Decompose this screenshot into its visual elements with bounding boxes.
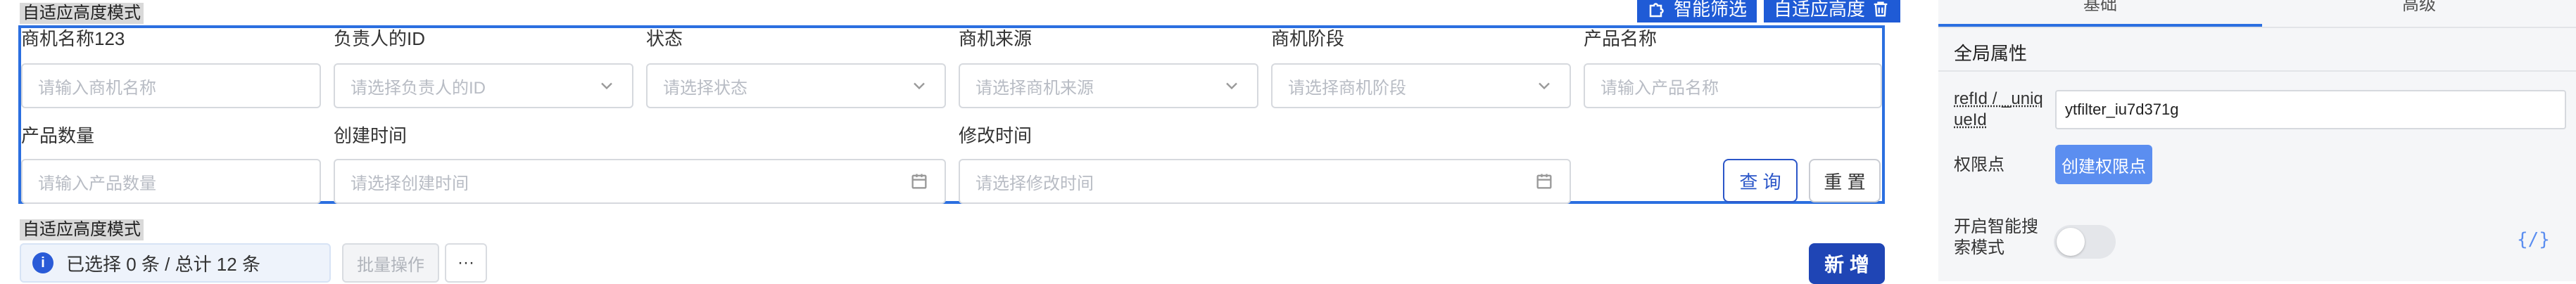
status-select[interactable]: 请选择状态 — [646, 63, 946, 108]
product-name-input[interactable]: 请输入产品名称 — [1584, 63, 1882, 108]
chevron-down-icon — [1534, 76, 1554, 96]
section-divider — [1938, 70, 2576, 72]
field-label-stage: 商机阶段 — [1271, 27, 1344, 51]
tab-advanced[interactable]: 高级 — [2262, 0, 2576, 15]
field-label-created-time: 创建时间 — [334, 124, 407, 148]
smart-filter-label: 智能筛选 — [1674, 0, 1747, 22]
chevron-down-icon — [597, 76, 617, 96]
add-button[interactable]: 新 增 — [1809, 243, 1885, 284]
smart-filter-button[interactable]: 智能筛选 — [1637, 0, 1757, 22]
smart-search-toggle[interactable] — [2054, 225, 2116, 259]
permission-label: 权限点 — [1954, 155, 2004, 176]
calendar-icon — [909, 172, 929, 191]
puzzle-icon — [1647, 0, 1668, 20]
info-icon: i — [32, 252, 53, 273]
ref-id-label: refId / _uniqueId — [1954, 89, 2052, 131]
batch-operation-button[interactable]: 批量操作 — [342, 243, 439, 283]
query-button[interactable]: 查 询 — [1723, 159, 1798, 202]
source-placeholder: 请选择商机来源 — [976, 74, 1094, 98]
trash-icon[interactable] — [1871, 0, 1890, 19]
status-placeholder: 请选择状态 — [663, 74, 747, 98]
owner-id-placeholder: 请选择负责人的ID — [351, 74, 486, 98]
chevron-down-icon — [909, 76, 929, 96]
ref-id-value: ytfilter_iu7d371g — [2065, 101, 2178, 119]
product-quantity-placeholder: 请输入产品数量 — [38, 169, 156, 194]
field-label-product-quantity: 产品数量 — [21, 124, 94, 148]
modified-time-picker[interactable]: 请选择修改时间 — [959, 159, 1571, 204]
selection-count-text: 已选择 0 条 / 总计 12 条 — [66, 250, 260, 276]
ref-id-input[interactable]: ytfilter_iu7d371g — [2055, 90, 2566, 129]
opportunity-name-input[interactable]: 请输入商机名称 — [21, 63, 321, 108]
source-select[interactable]: 请选择商机来源 — [959, 63, 1258, 108]
created-time-placeholder: 请选择创建时间 — [351, 169, 469, 194]
section-title-global: 全局属性 — [1954, 39, 2027, 65]
field-label-product-name: 产品名称 — [1584, 27, 1657, 51]
field-label-modified-time: 修改时间 — [959, 124, 1032, 148]
modified-time-placeholder: 请选择修改时间 — [976, 169, 1094, 194]
selection-info-bar: i 已选择 0 条 / 总计 12 条 — [20, 243, 331, 283]
stage-placeholder: 请选择商机阶段 — [1288, 74, 1406, 98]
create-permission-button[interactable]: 创建权限点 — [2055, 145, 2152, 184]
opportunity-name-placeholder: 请输入商机名称 — [38, 74, 156, 98]
stage-select[interactable]: 请选择商机阶段 — [1271, 63, 1571, 108]
adaptive-height-label: 自适应高度 — [1774, 0, 1865, 22]
tab-divider — [1938, 27, 2576, 28]
field-label-opportunity-name: 商机名称123 — [21, 27, 125, 51]
code-icon[interactable]: {/} — [2517, 229, 2550, 250]
smart-search-label: 开启智能搜索模式 — [1954, 217, 2045, 259]
product-name-placeholder: 请输入产品名称 — [1600, 74, 1719, 98]
field-label-owner-id: 负责人的ID — [334, 27, 425, 51]
adaptive-mode-tag: 自适应高度模式 — [20, 3, 144, 24]
created-time-picker[interactable]: 请选择创建时间 — [334, 159, 946, 204]
reset-button[interactable]: 重 置 — [1809, 159, 1881, 202]
field-label-source: 商机来源 — [959, 27, 1032, 51]
owner-id-select[interactable]: 请选择负责人的ID — [334, 63, 633, 108]
toggle-knob — [2057, 228, 2085, 256]
product-quantity-input[interactable]: 请输入产品数量 — [21, 159, 321, 204]
tab-basic[interactable]: 基础 — [1938, 0, 2262, 15]
calendar-icon — [1534, 172, 1554, 191]
more-actions-button[interactable]: ··· — [445, 243, 487, 283]
field-label-status: 状态 — [646, 27, 683, 51]
adaptive-mode-tag-table: 自适应高度模式 — [20, 219, 144, 240]
adaptive-height-button[interactable]: 自适应高度 — [1764, 0, 1900, 22]
chevron-down-icon — [1222, 76, 1242, 96]
